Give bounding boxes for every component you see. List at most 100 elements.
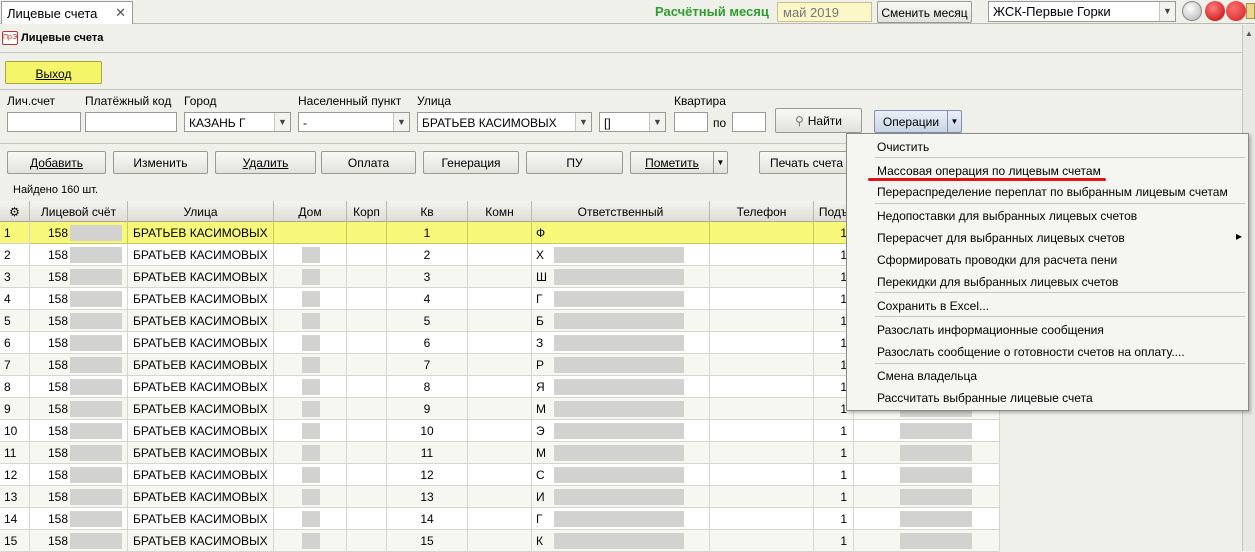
table-cell: 6	[387, 332, 468, 354]
table-row[interactable]: 12 158 БРАТЬЕВ КАСИМОВЫХ 12 С 1	[0, 464, 1000, 486]
cell-text: 3	[423, 270, 431, 284]
column-header-room[interactable]: Комн	[468, 201, 532, 222]
record-icon[interactable]	[1205, 1, 1225, 21]
menu-item-send-info-messages[interactable]: Разослать информационные сообщения	[877, 323, 1104, 337]
close-icon[interactable]: ✕	[115, 5, 126, 21]
table-cell: 13	[0, 486, 30, 508]
redacted-block	[302, 467, 320, 483]
search-icon[interactable]	[1182, 1, 1202, 21]
operations-button[interactable]: Операции ▼	[874, 110, 962, 133]
flat-from-input[interactable]	[674, 112, 708, 132]
table-cell: Г	[532, 508, 710, 530]
menu-item-redistribute-overpayments[interactable]: Перераспределение переплат по выбранным …	[877, 185, 1228, 199]
locality-select[interactable]: - ▼	[298, 112, 410, 132]
table-cell	[274, 354, 347, 376]
table-cell: 158	[30, 222, 128, 244]
redacted-block	[900, 423, 972, 439]
flat-to-label: по	[713, 116, 727, 130]
payment-button[interactable]: Оплата	[321, 151, 416, 174]
company-select[interactable]: ЖСК-Первые Горки ▼	[988, 1, 1176, 22]
table-cell: БРАТЬЕВ КАСИМОВЫХ	[128, 530, 274, 552]
chevron-down-icon: ▼	[1159, 2, 1175, 21]
house-select[interactable]: [] ▼	[599, 112, 666, 132]
payment-code-input[interactable]	[85, 112, 177, 132]
table-cell: 158	[30, 398, 128, 420]
redacted-block	[554, 401, 684, 417]
table-cell: 2	[0, 244, 30, 266]
table-cell: Ф	[532, 222, 710, 244]
close-window-icon[interactable]	[1226, 1, 1246, 21]
find-button-label: Найти	[807, 114, 843, 128]
find-button[interactable]: ⚲ Найти	[775, 108, 862, 133]
column-header-flat[interactable]: Кв	[387, 201, 468, 222]
column-header-house[interactable]: Дом	[274, 201, 347, 222]
edit-button[interactable]: Изменить	[113, 151, 208, 174]
column-header-korp[interactable]: Корп	[347, 201, 387, 222]
redacted-block	[554, 291, 684, 307]
table-cell	[468, 486, 532, 508]
menu-item-penalty-entries[interactable]: Сформировать проводки для расчета пени	[877, 253, 1117, 267]
change-month-button[interactable]: Сменить месяц	[877, 1, 972, 23]
add-button[interactable]: Добавить	[7, 151, 106, 174]
table-cell	[274, 398, 347, 420]
table-cell: Г	[532, 288, 710, 310]
menu-item-send-ready-notice[interactable]: Разослать сообщение о готовности счетов …	[877, 345, 1185, 359]
menu-item-shortfalls[interactable]: Недопоставки для выбранных лицевых счето…	[877, 209, 1137, 223]
menu-item-change-owner[interactable]: Смена владельца	[877, 369, 977, 383]
mark-button[interactable]: Пометить ▼	[630, 151, 728, 174]
redacted-block	[302, 291, 320, 307]
cell-text: 158	[48, 336, 69, 350]
print-button[interactable]: Печать счета	[759, 151, 854, 174]
column-header-responsible[interactable]: Ответственный	[532, 201, 710, 222]
table-row[interactable]: 14 158 БРАТЬЕВ КАСИМОВЫХ 14 Г 1	[0, 508, 1000, 530]
cell-text: 158	[48, 314, 69, 328]
table-row[interactable]: 15 158 БРАТЬЕВ КАСИМОВЫХ 15 К 1	[0, 530, 1000, 552]
menu-item-clear[interactable]: Очистить	[877, 140, 929, 154]
column-header-street[interactable]: Улица	[128, 201, 274, 222]
table-row[interactable]: 10 158 БРАТЬЕВ КАСИМОВЫХ 10 Э 1	[0, 420, 1000, 442]
table-cell: 8	[387, 376, 468, 398]
billing-month-value: май 2019	[777, 2, 872, 22]
street-select[interactable]: БРАТЬЕВ КАСИМОВЫХ ▼	[417, 112, 592, 132]
menu-item-calculate-selected[interactable]: Рассчитать выбранные лицевые счета	[877, 391, 1093, 405]
delete-button[interactable]: Удалить	[215, 151, 316, 174]
cell-text: БРАТЬЕВ КАСИМОВЫХ	[133, 490, 268, 504]
menu-item-recalculation[interactable]: Перерасчет для выбранных лицевых счетов	[877, 231, 1125, 245]
mail-icon[interactable]	[1246, 3, 1255, 19]
flat-to-input[interactable]	[732, 112, 766, 132]
column-header-account[interactable]: Лицевой счёт	[30, 201, 128, 222]
table-row[interactable]: 11 158 БРАТЬЕВ КАСИМОВЫХ 11 М 1	[0, 442, 1000, 464]
city-select[interactable]: КАЗАНЬ Г ▼	[184, 112, 291, 132]
exit-button[interactable]: Выход	[5, 61, 102, 84]
menu-item-save-excel[interactable]: Сохранить в Excel...	[877, 299, 989, 313]
panel-header: ПрЭ Лицевые счета	[0, 25, 1255, 53]
redacted-block	[302, 445, 320, 461]
table-cell: 5	[0, 310, 30, 332]
menu-item-transfers[interactable]: Перекидки для выбранных лицевых счетов	[877, 275, 1118, 289]
redacted-block	[302, 423, 320, 439]
table-cell	[710, 310, 814, 332]
generation-button[interactable]: Генерация	[423, 151, 519, 174]
redacted-block	[70, 247, 122, 263]
cell-text: 1	[840, 512, 847, 526]
account-input[interactable]	[7, 112, 81, 132]
table-cell: 12	[0, 464, 30, 486]
column-settings-icon[interactable]: ⚙	[0, 201, 30, 222]
menu-item-mass-operation[interactable]: Массовая операция по лицевым счетам	[877, 164, 1101, 178]
table-cell	[468, 530, 532, 552]
locality-label: Населенный пункт	[298, 94, 402, 108]
table-cell	[710, 222, 814, 244]
pu-button[interactable]: ПУ	[526, 151, 623, 174]
column-header-phone[interactable]: Телефон	[710, 201, 814, 222]
panel-title: Лицевые счета	[21, 32, 104, 44]
table-cell: 158	[30, 376, 128, 398]
scroll-up-icon[interactable]: ▲	[1245, 29, 1253, 38]
cell-text: 1	[840, 490, 847, 504]
redacted-block	[900, 533, 972, 549]
table-cell: Б	[532, 310, 710, 332]
redacted-block	[302, 379, 320, 395]
cell-text: С	[536, 468, 545, 482]
table-row[interactable]: 13 158 БРАТЬЕВ КАСИМОВЫХ 13 И 1	[0, 486, 1000, 508]
tab-accounts[interactable]: Лицевые счета ✕	[1, 1, 133, 24]
table-cell: БРАТЬЕВ КАСИМОВЫХ	[128, 354, 274, 376]
